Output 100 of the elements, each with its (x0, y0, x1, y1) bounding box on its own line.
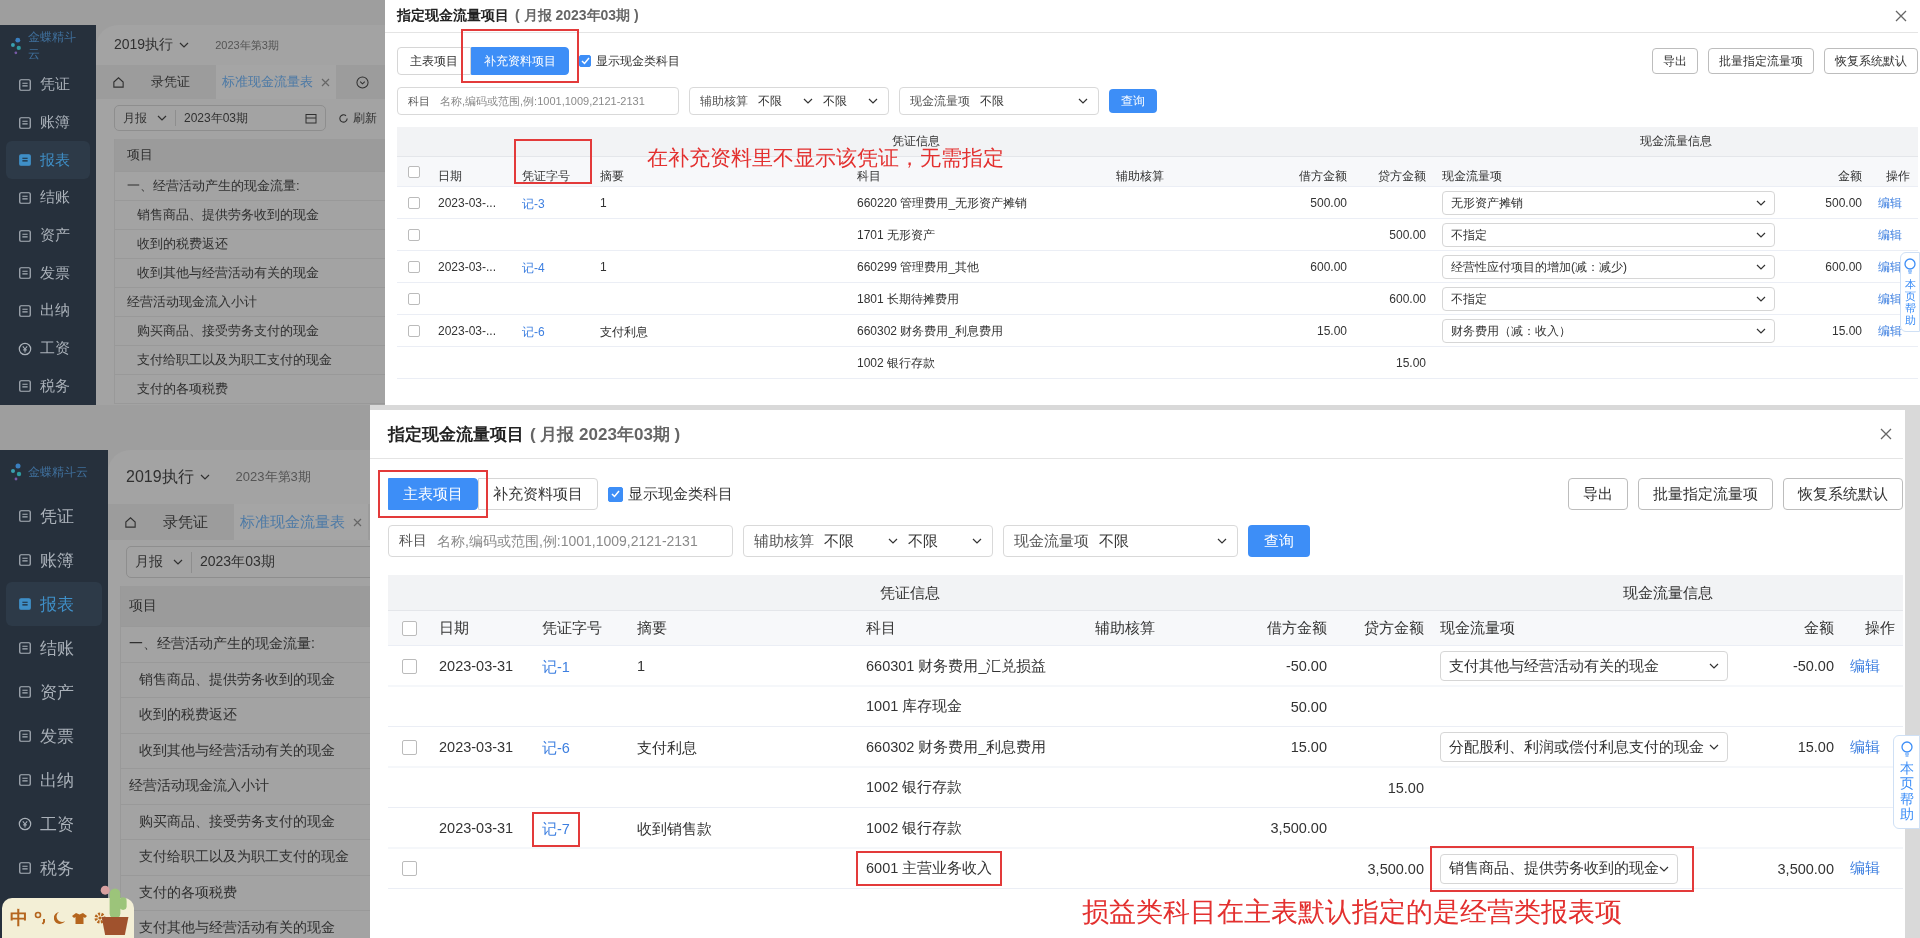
dropdown[interactable]: 不限 (980, 92, 1088, 110)
close-icon[interactable] (1894, 9, 1908, 23)
row-checkbox[interactable] (407, 197, 420, 209)
checkbox[interactable] (608, 486, 623, 502)
period-field[interactable]: 2023年03期 (176, 109, 325, 127)
edit-link[interactable]: 编辑 (1850, 656, 1880, 676)
edit-link[interactable]: 编辑 (1878, 258, 1902, 276)
book-select[interactable]: 2019执行 (126, 466, 210, 488)
voucher-link[interactable]: 记-3 (522, 195, 545, 213)
edit-link[interactable]: 编辑 (1850, 859, 1880, 879)
nav-item[interactable]: 凭证 (6, 494, 102, 538)
help-tab[interactable]: 本页帮助 (1893, 735, 1920, 829)
nav-item[interactable]: 账簿 (6, 538, 102, 582)
close-icon[interactable] (1879, 427, 1893, 441)
close-icon[interactable] (321, 77, 330, 87)
nav-item[interactable]: 税务 (6, 846, 102, 890)
table-cell-text: 600.00 (1824, 259, 1863, 276)
query-button[interactable]: 查询 (1109, 89, 1157, 113)
edit-link[interactable]: 编辑 (1878, 290, 1902, 308)
select-all-checkbox[interactable] (407, 166, 420, 178)
row-checkbox[interactable] (407, 261, 420, 273)
nav-item[interactable]: 工资 (6, 329, 90, 368)
action-button[interactable]: 批量指定流量项 (1638, 478, 1773, 510)
page-tab[interactable]: 录凭证 (145, 65, 196, 99)
cash-flow-select[interactable]: 经营性应付项目的增加(减：减少) (1442, 255, 1775, 279)
row-checkbox[interactable] (402, 861, 417, 877)
dropdown[interactable]: 不限 (758, 92, 813, 110)
action-button[interactable]: 导出 (1568, 478, 1628, 510)
checkbox[interactable] (579, 55, 591, 67)
punctuation-icon[interactable] (34, 911, 48, 925)
dropdown[interactable]: 不限 (908, 531, 982, 551)
nav-item[interactable]: 发票 (6, 714, 102, 758)
nav-item[interactable]: 出纳 (6, 292, 90, 330)
period-field[interactable]: 2023年03期 (192, 553, 370, 571)
row-checkbox[interactable] (402, 739, 417, 755)
nav-item[interactable]: 税务 (6, 367, 90, 405)
cash-flow-select[interactable]: 不指定 (1442, 287, 1775, 311)
subject-field[interactable]: 科目 名称,编码或范围,例:1001,1009,2121-2131 (397, 87, 679, 115)
row-checkbox[interactable] (407, 325, 420, 337)
text-input[interactable]: 名称,编码或范围,例:1001,1009,2121-2131 (440, 95, 668, 107)
nav-item[interactable]: 工资 (6, 802, 102, 846)
nav-item[interactable]: 报表 (6, 582, 102, 626)
page-tab[interactable]: 录凭证 (157, 504, 214, 540)
select-all-checkbox[interactable] (402, 621, 417, 636)
nav-item[interactable]: 发票 (6, 254, 90, 292)
edit-link[interactable]: 编辑 (1878, 194, 1902, 212)
action-button[interactable]: 恢复系统默认 (1824, 48, 1918, 74)
action-button[interactable]: 导出 (1652, 48, 1698, 74)
edit-link[interactable]: 编辑 (1850, 737, 1880, 757)
report-type-select[interactable]: 月报 (127, 551, 192, 573)
mode-tab[interactable]: 补充资料项目 (471, 47, 569, 75)
cash-flow-select[interactable]: 分配股利、利润或偿付利息支付的现金 (1440, 732, 1728, 763)
mode-tab[interactable]: 补充资料项目 (478, 478, 598, 510)
dropdown[interactable]: 不限 (824, 531, 898, 551)
refresh-button[interactable]: 刷新 (338, 109, 377, 127)
gear-icon[interactable] (93, 911, 107, 925)
cash-flow-select[interactable]: 财务费用（减：收入） (1442, 319, 1775, 343)
chevron-circle-icon[interactable] (356, 75, 369, 89)
row-checkbox[interactable] (407, 293, 420, 305)
mode-tab[interactable]: 主表项目 (397, 47, 471, 75)
home-icon[interactable] (124, 515, 137, 529)
voucher-link[interactable]: 记-6 (542, 738, 570, 758)
action-button[interactable]: 批量指定流量项 (1708, 48, 1814, 74)
book-select[interactable]: 2019执行 (114, 36, 190, 54)
nav-item[interactable]: 报表 (6, 141, 90, 180)
cash-flow-select[interactable]: 无形资产摊销 (1442, 191, 1775, 215)
table-cell: 660301 财务费用_汇兑损益 (866, 656, 1047, 676)
row-checkbox[interactable] (402, 658, 417, 674)
nav-item[interactable]: 资产 (6, 216, 90, 255)
report-type-select[interactable]: 月报 (115, 109, 176, 127)
action-button[interactable]: 恢复系统默认 (1783, 478, 1903, 510)
moon-icon[interactable] (54, 911, 66, 925)
row-checkbox[interactable] (407, 229, 420, 241)
cash-flow-select[interactable]: 不指定 (1442, 223, 1775, 247)
edit-link[interactable]: 编辑 (1878, 226, 1902, 244)
voucher-link[interactable]: 记-6 (522, 323, 545, 341)
close-icon[interactable] (353, 517, 362, 527)
voucher-link[interactable]: 记-7 (542, 819, 570, 839)
subject-field[interactable]: 科目 名称,编码或范围,例:1001,1009,2121-2131 (388, 525, 733, 557)
nav-item[interactable]: 出纳 (6, 758, 102, 802)
table-cell-text: 2023-03-... (437, 194, 498, 212)
mode-tab[interactable]: 主表项目 (388, 478, 478, 510)
shirt-icon[interactable] (72, 911, 87, 925)
voucher-link[interactable]: 记-4 (522, 259, 545, 277)
voucher-link[interactable]: 记-1 (542, 657, 570, 677)
edit-link[interactable]: 编辑 (1878, 322, 1902, 340)
ime-mode[interactable]: 中 (10, 906, 28, 930)
home-icon[interactable] (112, 75, 125, 89)
nav-item[interactable]: 结账 (6, 179, 90, 217)
nav-item[interactable]: 账簿 (6, 103, 90, 142)
cash-flow-select[interactable]: 支付其他与经营活动有关的现金 (1440, 651, 1728, 682)
help-tab[interactable]: 本页帮助 (1900, 252, 1920, 333)
nav-item[interactable]: 凭证 (6, 66, 90, 104)
nav-item[interactable]: 资产 (6, 670, 102, 714)
dropdown[interactable]: 不限 (823, 92, 878, 110)
dropdown[interactable]: 不限 (1099, 531, 1227, 551)
nav-item[interactable]: 结账 (6, 626, 102, 670)
text-input[interactable]: 名称,编码或范围,例:1001,1009,2121-2131 (437, 533, 722, 549)
query-button[interactable]: 查询 (1248, 525, 1310, 557)
cash-flow-select[interactable]: 销售商品、提供劳务收到的现金 (1440, 853, 1678, 884)
